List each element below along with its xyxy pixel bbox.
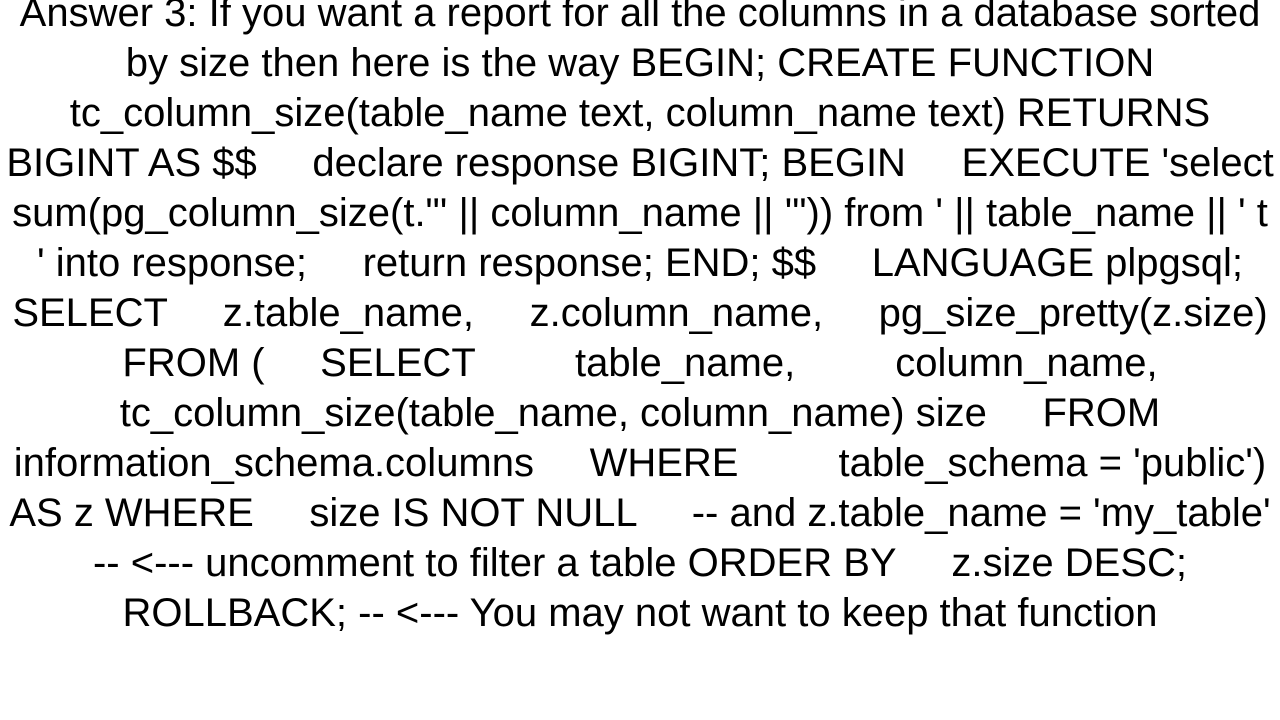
- page-content: Answer 3: If you want a report for all t…: [0, 0, 1280, 720]
- answer-text-block: Answer 3: If you want a report for all t…: [0, 0, 1280, 638]
